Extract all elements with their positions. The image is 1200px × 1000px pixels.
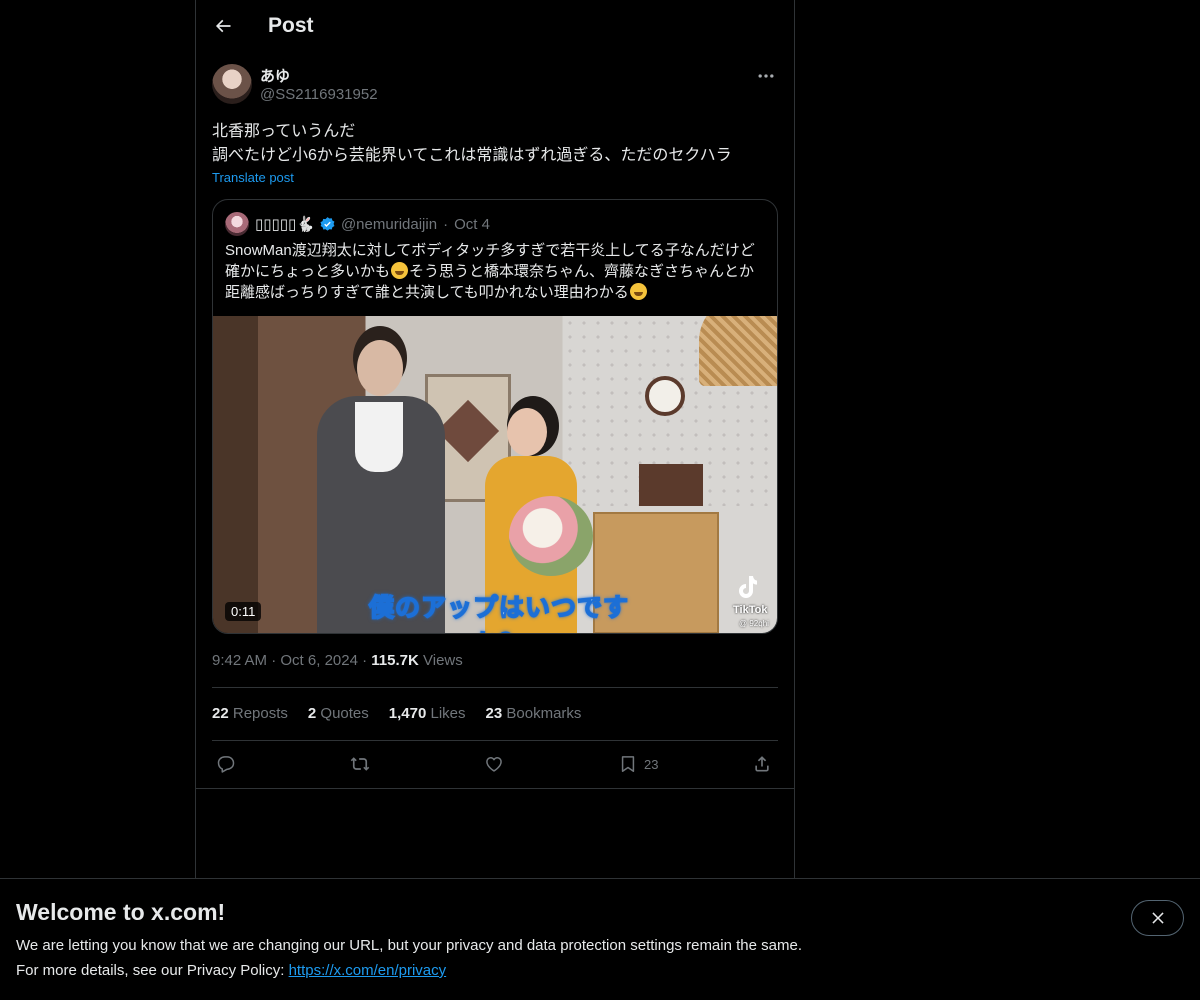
quoted-avatar [225,212,249,236]
url-change-banner: Welcome to x.com! We are letting you kno… [0,878,1200,1000]
banner-message: We are letting you know that we are chan… [16,937,802,954]
like-icon [486,757,502,772]
quotes-stat[interactable]: 2 Quotes [308,705,369,722]
quoted-author-name: ▯▯▯▯▯🐇 [255,216,315,233]
bookmark-icon [621,756,635,772]
separator-dot: · [271,652,281,669]
reposts-label: Reposts [232,705,288,722]
views-label: Views [423,652,463,669]
like-button[interactable] [484,750,504,778]
reposts-count: 22 [212,705,229,722]
banner-title: Welcome to x.com! [16,899,226,925]
bookmark-count: 23 [644,756,659,772]
reply-icon [217,756,235,773]
post-text: 北香那っていうんだ 調べたけど小6から芸能界いてこれは常識はずれ過ぎる、ただのセ… [212,123,732,164]
divider [212,740,778,741]
repost-icon [350,757,370,771]
tiktok-watermark-handle: @ 92qhi [739,619,769,628]
video-frame-bouquet [509,496,593,576]
video-frame-clock [645,376,685,416]
pleading-emoji-icon [629,283,647,300]
quoted-post-header: ▯▯▯▯▯🐇 @nemuridaijin · Oct 4 [225,212,765,236]
likes-count: 1,470 [388,705,427,722]
grinning-emoji-icon [391,262,409,279]
back-arrow-icon [215,19,231,33]
post-author: あゆ @SS2116931952 [212,64,778,108]
post-metadata: 9:42 AM · Oct 6, 2024 · 115.7K Views [212,652,463,669]
divider [212,687,778,688]
reposts-stat[interactable]: 22 Reposts [212,705,288,722]
close-icon [1151,912,1164,924]
divider [196,788,794,789]
reply-button[interactable] [216,750,236,778]
banner-privacy-prefix: For more details, see our Privacy Policy… [16,962,289,979]
video-duration-badge: 0:11 [225,602,262,621]
likes-stat[interactable]: 1,470 Likes [389,705,466,722]
share-button[interactable] [752,750,772,778]
verified-icon [320,216,335,231]
quoted-author-handle: @nemuridaijin [340,215,438,233]
quotes-label: Quotes [320,705,369,722]
primary-column: Post あゆ @SS2116931952 北香那っていうんだ 調べたけど小6か… [195,0,795,878]
privacy-policy-link[interactable]: https://x.com/en/privacy [289,962,447,979]
video-frame-lamp [699,316,777,386]
post-actions: 23 [212,750,778,778]
bookmark-button[interactable]: 23 [618,750,658,778]
tiktok-watermark-label: TikTok [733,604,768,616]
bookmarks-count: 23 [485,705,503,722]
video-caption: 僕のアップはいつですか？ [368,592,629,633]
more-icon [758,74,774,78]
post-stats: 22 Reposts 2 Quotes 1,470 Likes 23 Bookm… [212,705,581,722]
share-icon [755,756,769,772]
separator-dot: · [362,652,372,669]
post-time[interactable]: 9:42 AM [212,652,267,669]
page-title: Post [268,14,314,37]
views-count: 115.7K [371,652,419,669]
bookmarks-stat[interactable]: 23 Bookmarks [486,705,582,722]
more-button[interactable] [754,64,778,88]
translate-post-link[interactable]: Translate post [212,170,294,185]
banner-privacy-line: For more details, see our Privacy Policy… [16,962,446,979]
close-banner-button[interactable] [1131,900,1184,936]
repost-button[interactable] [350,750,370,778]
post-header: Post [196,0,794,53]
back-button[interactable] [206,9,240,43]
bookmarks-label: Bookmarks [506,705,582,722]
video-player[interactable]: 僕のアップはいつですか？ TikTok @ 92qhi 0:11 [213,316,777,633]
quoted-post[interactable]: ▯▯▯▯▯🐇 @nemuridaijin · Oct 4 SnowMan渡辺翔太… [212,199,778,634]
quotes-count: 2 [307,705,317,722]
quoted-post-text: SnowMan渡辺翔太に対してボディタッチ多すぎで若干炎上してる子なんだけど 確… [225,240,765,303]
tiktok-icon [739,576,757,598]
separator-dot: · [443,215,449,233]
quoted-post-date: Oct 4 [454,215,490,233]
likes-label: Likes [430,705,466,722]
avatar[interactable] [212,64,252,104]
video-frame-shelf [639,464,703,506]
post-date[interactable]: Oct 6, 2024 [280,652,358,669]
author-handle[interactable]: @SS2116931952 [260,86,378,103]
author-name[interactable]: あゆ [260,65,290,86]
